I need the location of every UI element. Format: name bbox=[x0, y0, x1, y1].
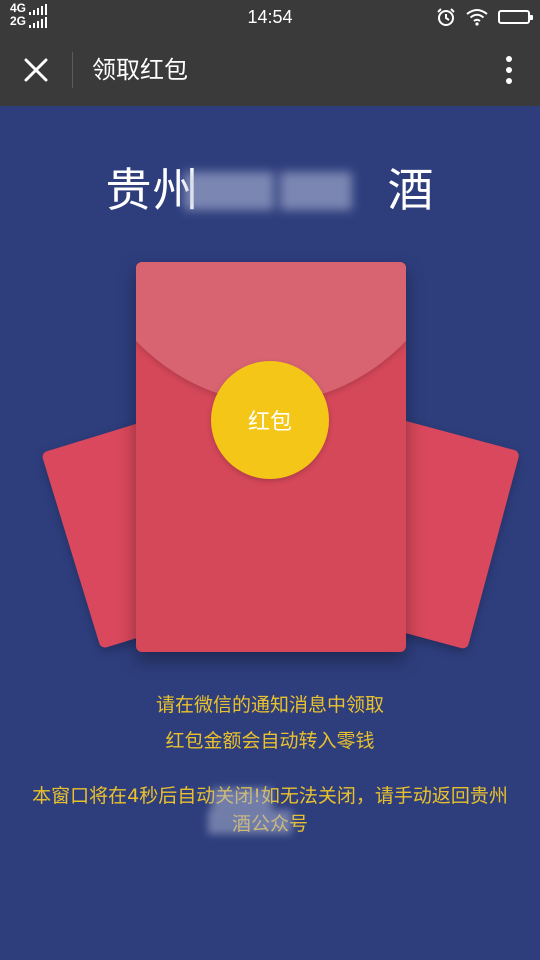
more-vertical-icon bbox=[506, 56, 512, 84]
redacted-area bbox=[184, 172, 274, 210]
title-divider bbox=[72, 52, 73, 88]
status-bar: 4G 2G 14:54 bbox=[0, 0, 540, 34]
close-icon bbox=[24, 58, 48, 82]
instruction-line-2: 红包金额会自动转入零钱 bbox=[165, 730, 375, 752]
close-button[interactable] bbox=[14, 48, 58, 92]
wifi-icon bbox=[466, 9, 488, 26]
alarm-icon bbox=[437, 8, 455, 26]
redacted-area bbox=[212, 788, 272, 812]
redacted-area bbox=[280, 172, 352, 210]
redacted-area bbox=[208, 810, 292, 834]
instruction-line-1: 请在微信的通知消息中领取 bbox=[155, 694, 384, 716]
open-red-envelope-button[interactable]: 红包 bbox=[211, 361, 329, 479]
page-title: 领取红包 bbox=[92, 56, 188, 84]
battery-icon bbox=[498, 10, 533, 24]
more-button[interactable] bbox=[496, 48, 522, 92]
title-bar: 领取红包 bbox=[0, 34, 540, 106]
status-icons bbox=[436, 7, 533, 27]
